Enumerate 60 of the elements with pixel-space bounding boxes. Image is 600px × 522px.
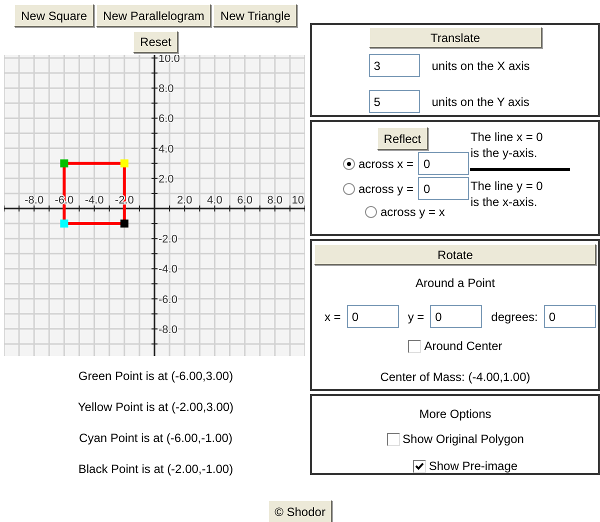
vertex-marker[interactable] (60, 220, 68, 228)
field-label: degrees: (491, 308, 538, 326)
input-field[interactable]: 0 (430, 305, 482, 328)
button[interactable]: New Triangle (213, 4, 298, 27)
checkbox[interactable] (386, 432, 400, 446)
y-tick-label: -2.0 (158, 234, 178, 246)
checkbox-label: Around Center (424, 338, 502, 355)
y-tick-label: 2.0 (158, 173, 174, 186)
x-tick-label: 10 (292, 194, 304, 206)
button[interactable]: © Shodor (268, 500, 332, 522)
center-of-mass-text: Center of Mass: (-4.00,1.00) (380, 369, 530, 386)
note-text: The line y = 0 is the x-axis. (470, 178, 544, 210)
y-tick-label: -4.0 (158, 264, 178, 276)
field-label: units on the Y axis (432, 94, 530, 110)
button[interactable]: Rotate (314, 244, 596, 265)
button[interactable]: New Square (14, 4, 94, 27)
button[interactable]: Reflect (376, 127, 428, 150)
option-label: across y = x (380, 204, 445, 221)
field-label: y = (408, 308, 424, 326)
input-field[interactable]: 0 (418, 177, 470, 200)
input-field[interactable]: 0 (346, 305, 399, 328)
field-label: units on the X axis (432, 58, 530, 74)
option-label: across y = (358, 180, 414, 198)
radio-button[interactable] (365, 206, 378, 218)
checkbox[interactable] (408, 340, 422, 352)
vertex-marker[interactable] (120, 159, 128, 168)
x-tick-label: 2.0 (176, 194, 192, 206)
x-tick-label: 8.0 (267, 194, 283, 206)
note-text: The line x = 0 is the y-axis. (470, 129, 544, 161)
button[interactable]: Translate (368, 27, 542, 48)
point-readout: Yellow Point is at (-2.00,3.00) (78, 399, 234, 416)
point-readout: Green Point is at (-6.00,3.00) (78, 368, 234, 385)
point-readout: Cyan Point is at (-6.00,-1.00) (79, 430, 232, 447)
y-tick-label: 4.0 (158, 143, 174, 156)
input-field[interactable]: 5 (368, 90, 420, 113)
x-tick-label: 6.0 (237, 194, 252, 206)
button[interactable]: Reset (133, 31, 178, 53)
heading: More Options (419, 406, 492, 423)
radio-button[interactable] (343, 158, 356, 170)
point-readout: Black Point is at (-2.00,-1.00) (78, 461, 234, 478)
y-tick-label: -6.0 (158, 294, 178, 306)
y-tick-label: 6.0 (158, 113, 174, 126)
x-tick-label: -4.0 (84, 194, 104, 206)
heading: Around a Point (416, 275, 495, 292)
option-label: across x = (358, 156, 414, 172)
input-field[interactable]: 0 (544, 305, 596, 328)
checkbox-label: Show Original Polygon (402, 431, 524, 448)
field-label: x = (324, 308, 341, 326)
input-field[interactable]: 0 (418, 152, 470, 175)
button[interactable]: New Parallelogram (96, 4, 212, 27)
y-tick-label: 8.0 (158, 83, 174, 96)
vertex-marker[interactable] (60, 159, 68, 168)
x-tick-label: 4.0 (207, 194, 222, 206)
input-field[interactable]: 3 (368, 54, 420, 77)
x-tick-label: -8.0 (24, 194, 44, 206)
y-tick-label: -8.0 (158, 324, 178, 336)
radio-button[interactable] (343, 182, 356, 194)
checkbox[interactable] (412, 460, 426, 472)
checkbox-label: Show Pre-image (428, 458, 518, 475)
vertex-marker[interactable] (120, 220, 128, 228)
